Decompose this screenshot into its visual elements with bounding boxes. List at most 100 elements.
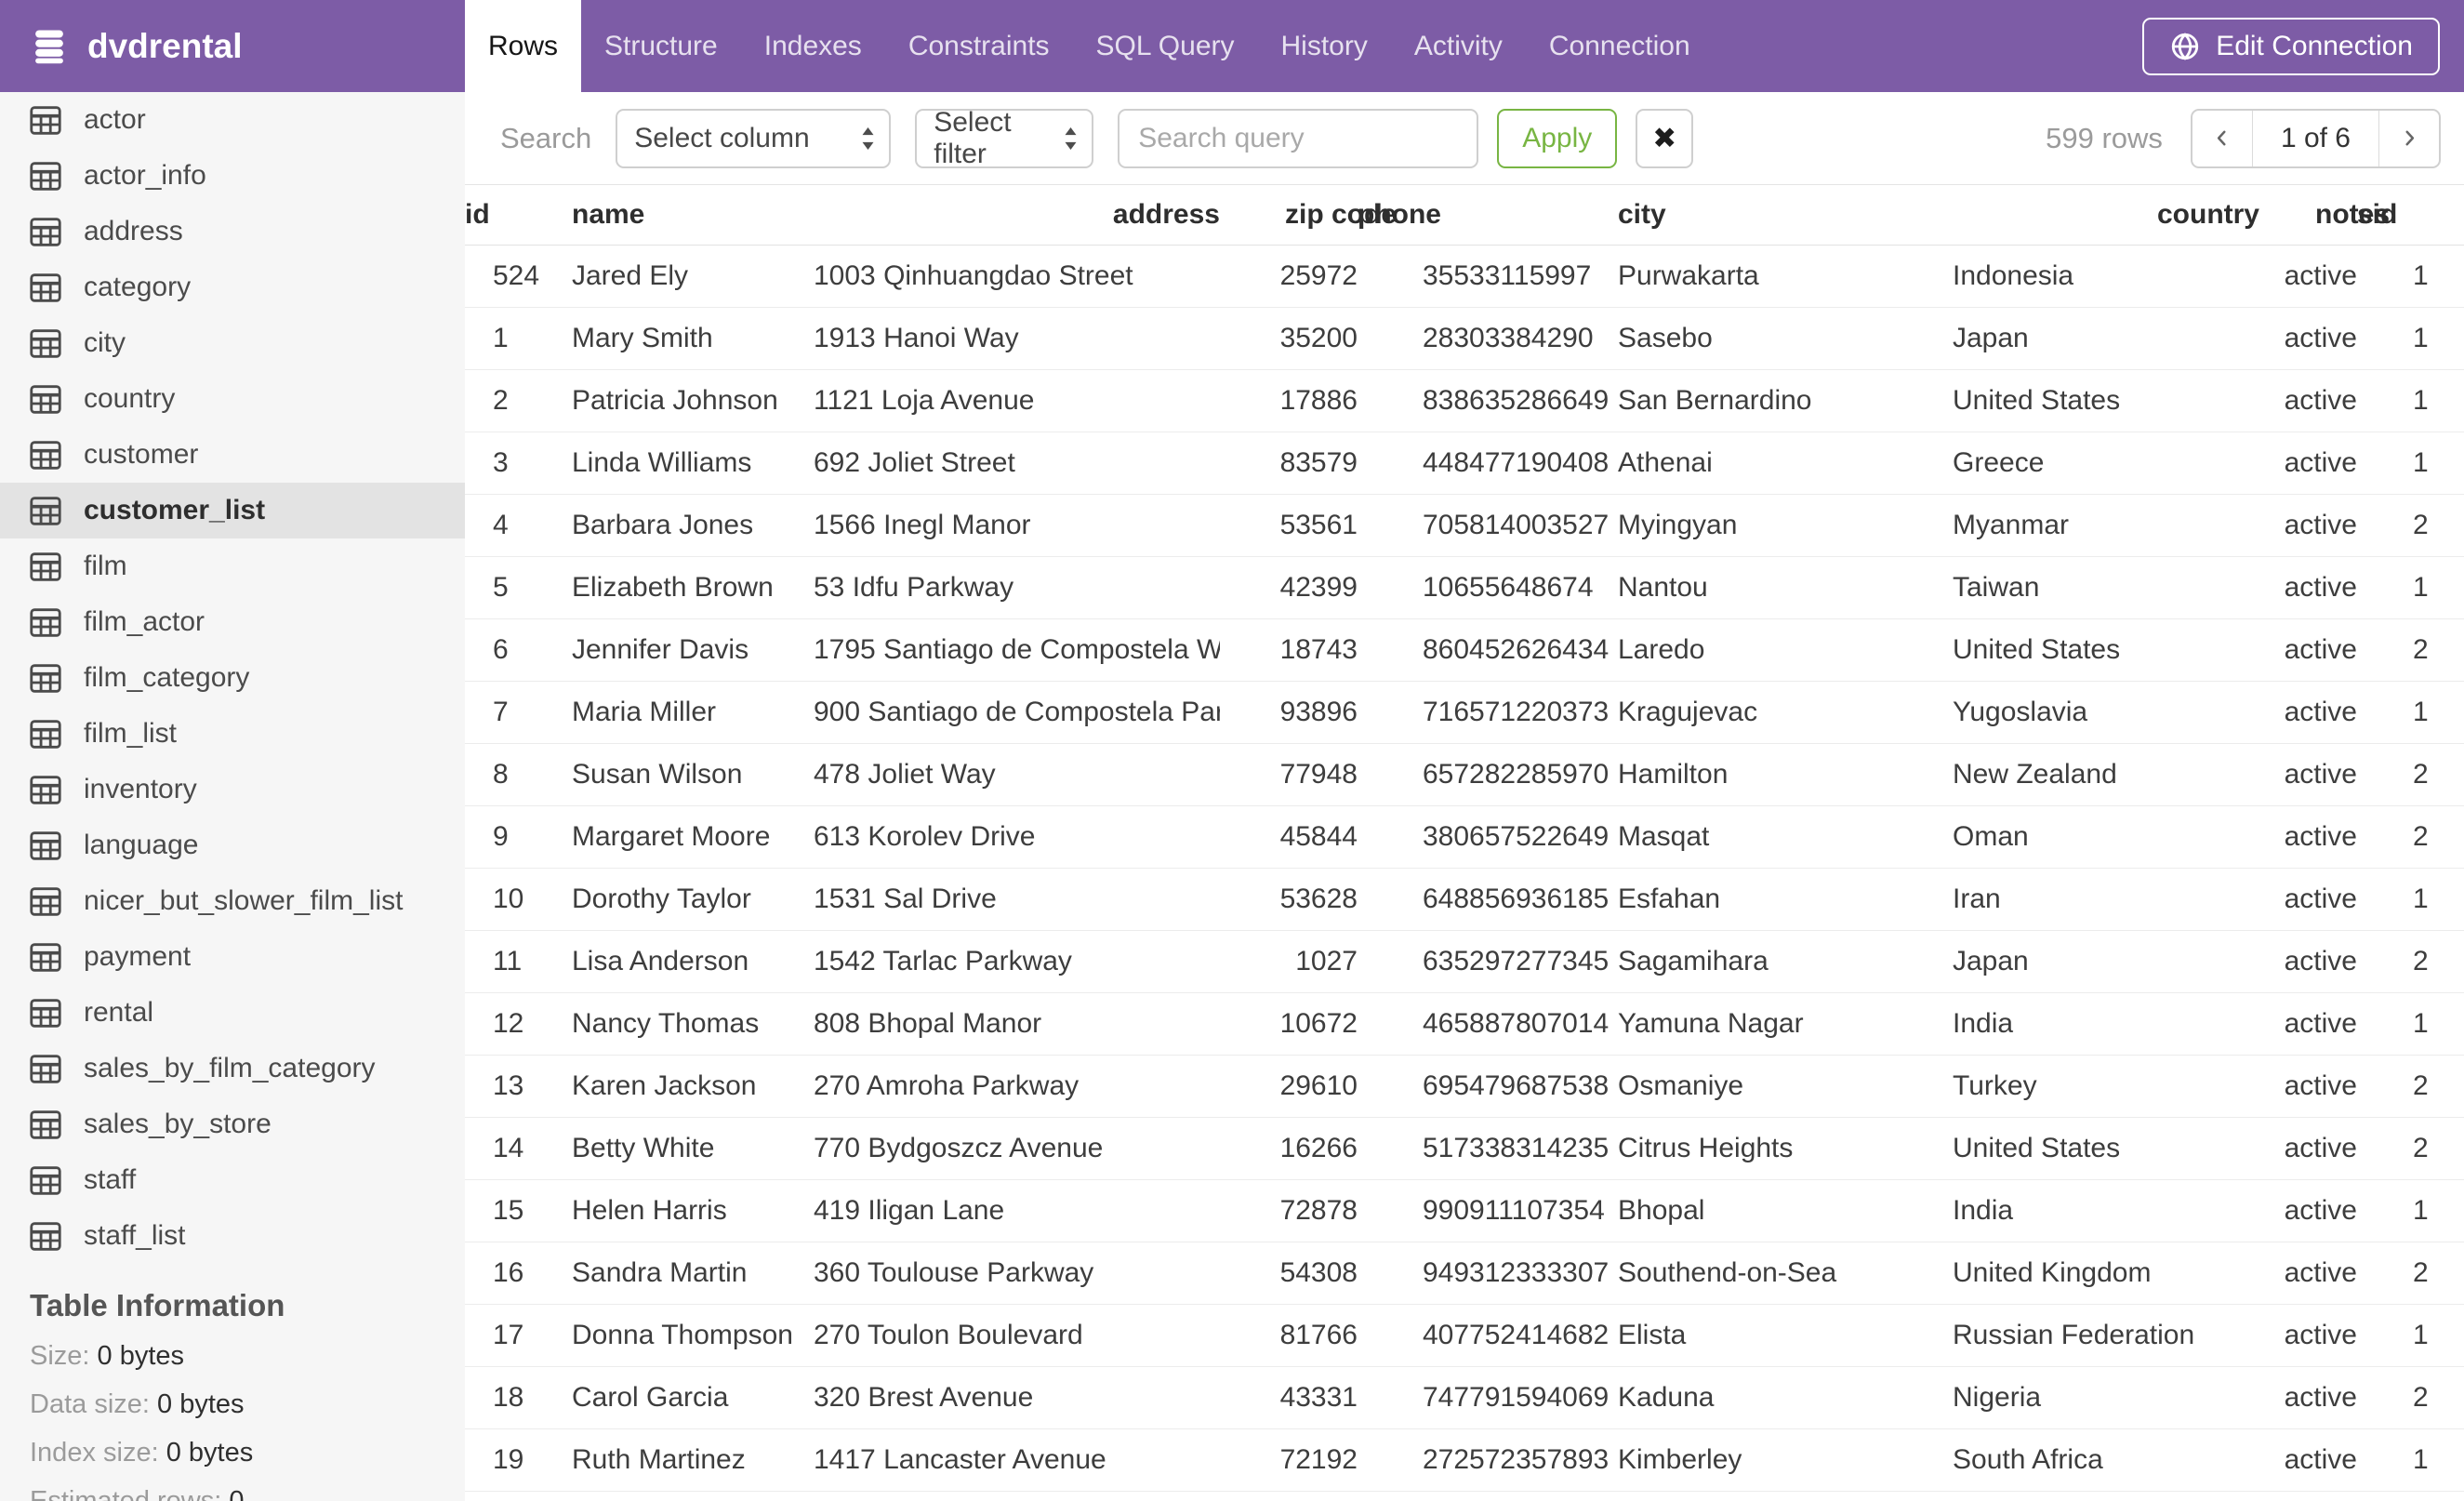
cell-id[interactable]: 9 bbox=[465, 805, 572, 869]
cell-name[interactable]: Carol Garcia bbox=[572, 1366, 814, 1429]
cell-country[interactable]: Nigeria bbox=[1953, 1366, 2259, 1429]
cell-name[interactable]: Donna Thompson bbox=[572, 1304, 814, 1367]
sidebar-table-item[interactable]: address bbox=[0, 204, 465, 259]
cell-zip-code[interactable]: 35200 bbox=[1220, 307, 1358, 370]
cell-sid[interactable]: 2 bbox=[2357, 1242, 2464, 1305]
cell-notes[interactable]: active bbox=[2259, 992, 2357, 1056]
sidebar-table-item[interactable]: customer_list bbox=[0, 483, 465, 538]
table-row[interactable]: 6 Jennifer Davis 1795 Santiago de Compos… bbox=[465, 618, 2464, 682]
cell-notes[interactable]: active bbox=[2259, 805, 2357, 869]
cell-phone[interactable]: 838635286649 bbox=[1358, 369, 1618, 432]
cell-id[interactable]: 5 bbox=[465, 556, 572, 619]
cell-id[interactable]: 2 bbox=[465, 369, 572, 432]
cell-zip-code[interactable]: 18743 bbox=[1220, 618, 1358, 682]
cell-country[interactable]: United States bbox=[1953, 1117, 2259, 1180]
cell-city[interactable]: Sagamihara bbox=[1618, 930, 1953, 993]
column-select[interactable]: Select column bbox=[616, 108, 892, 168]
cell-country[interactable]: United States bbox=[1953, 369, 2259, 432]
cell-sid[interactable]: 2 bbox=[2357, 618, 2464, 682]
sidebar-table-item[interactable]: film_actor bbox=[0, 594, 465, 650]
cell-sid[interactable]: 2 bbox=[2357, 494, 2464, 557]
cell-address[interactable]: 1003 Qinhuangdao Street bbox=[814, 245, 1220, 308]
cell-address[interactable]: 1913 Hanoi Way bbox=[814, 307, 1220, 370]
cell-address[interactable]: 692 Joliet Street bbox=[814, 432, 1220, 495]
cell-address[interactable]: 419 Iligan Lane bbox=[814, 1179, 1220, 1242]
table-row[interactable]: 8 Susan Wilson 478 Joliet Way 77948 6572… bbox=[465, 743, 2464, 806]
table-row[interactable]: 524 Jared Ely 1003 Qinhuangdao Street 25… bbox=[465, 245, 2464, 308]
cell-country[interactable]: Iran bbox=[1953, 868, 2259, 931]
cell-phone[interactable]: 465887807014 bbox=[1358, 992, 1618, 1056]
sidebar-table-item[interactable]: sales_by_film_category bbox=[0, 1041, 465, 1096]
cell-id[interactable]: 12 bbox=[465, 992, 572, 1056]
cell-address[interactable]: 1795 Santiago de Compostela Way bbox=[814, 618, 1220, 682]
cell-notes[interactable]: active bbox=[2259, 432, 2357, 495]
cell-address[interactable]: 53 Idfu Parkway bbox=[814, 556, 1220, 619]
cell-id[interactable]: 16 bbox=[465, 1242, 572, 1305]
cell-zip-code[interactable]: 10672 bbox=[1220, 992, 1358, 1056]
cell-sid[interactable]: 1 bbox=[2357, 992, 2464, 1056]
cell-city[interactable]: Kimberley bbox=[1618, 1428, 1953, 1492]
cell-name[interactable]: Helen Harris bbox=[572, 1179, 814, 1242]
sidebar-table-item[interactable]: customer bbox=[0, 427, 465, 483]
cell-name[interactable]: Sandra Martin bbox=[572, 1242, 814, 1305]
column-header[interactable]: id bbox=[465, 185, 572, 246]
cell-notes[interactable]: active bbox=[2259, 369, 2357, 432]
cell-country[interactable]: Russian Federation bbox=[1953, 1304, 2259, 1367]
tab[interactable]: SQL Query bbox=[1073, 0, 1258, 92]
cell-phone[interactable]: 949312333307 bbox=[1358, 1242, 1618, 1305]
cell-city[interactable]: Sasebo bbox=[1618, 307, 1953, 370]
cell-name[interactable]: Mary Smith bbox=[572, 307, 814, 370]
cell-country[interactable]: Greece bbox=[1953, 432, 2259, 495]
tab[interactable]: History bbox=[1258, 0, 1391, 92]
search-query-input[interactable] bbox=[1118, 108, 1479, 168]
cell-sid[interactable]: 1 bbox=[2357, 1428, 2464, 1492]
cell-country[interactable]: United States bbox=[1953, 618, 2259, 682]
cell-zip-code[interactable]: 72878 bbox=[1220, 1179, 1358, 1242]
table-row[interactable]: 18 Carol Garcia 320 Brest Avenue 43331 7… bbox=[465, 1366, 2464, 1429]
column-header[interactable]: zip code bbox=[1220, 185, 1397, 246]
cell-notes[interactable]: active bbox=[2259, 556, 2357, 619]
previous-page-button[interactable] bbox=[2192, 111, 2252, 166]
cell-address[interactable]: 270 Amroha Parkway bbox=[814, 1055, 1220, 1118]
cell-country[interactable]: Yugoslavia bbox=[1953, 681, 2259, 744]
cell-sid[interactable]: 1 bbox=[2357, 307, 2464, 370]
cell-phone[interactable]: 517338314235 bbox=[1358, 1117, 1618, 1180]
cell-name[interactable]: Jared Ely bbox=[572, 245, 814, 308]
sidebar-table-item[interactable]: country bbox=[0, 371, 465, 427]
cell-sid[interactable]: 1 bbox=[2357, 432, 2464, 495]
cell-name[interactable]: Barbara Jones bbox=[572, 494, 814, 557]
cell-name[interactable]: Maria Miller bbox=[572, 681, 814, 744]
cell-phone[interactable]: 860452626434 bbox=[1358, 618, 1618, 682]
column-header[interactable]: sid bbox=[2357, 185, 2464, 246]
cell-notes[interactable]: active bbox=[2259, 1179, 2357, 1242]
sidebar-table-item[interactable]: actor_info bbox=[0, 148, 465, 204]
table-row[interactable]: 17 Donna Thompson 270 Toulon Boulevard 8… bbox=[465, 1304, 2464, 1367]
cell-phone[interactable]: 716571220373 bbox=[1358, 681, 1618, 744]
cell-notes[interactable]: active bbox=[2259, 1304, 2357, 1367]
cell-city[interactable]: Yamuna Nagar bbox=[1618, 992, 1953, 1056]
cell-city[interactable]: Nantou bbox=[1618, 556, 1953, 619]
table-row[interactable]: 12 Nancy Thomas 808 Bhopal Manor 10672 4… bbox=[465, 992, 2464, 1056]
cell-id[interactable]: 19 bbox=[465, 1428, 572, 1492]
cell-city[interactable]: Southend-on-Sea bbox=[1618, 1242, 1953, 1305]
filter-select[interactable]: Select filter bbox=[915, 107, 1094, 169]
cell-name[interactable]: Betty White bbox=[572, 1117, 814, 1180]
cell-zip-code[interactable]: 29610 bbox=[1220, 1055, 1358, 1118]
tab[interactable]: Structure bbox=[581, 0, 741, 92]
cell-phone[interactable]: 10655648674 bbox=[1358, 556, 1618, 619]
sidebar-table-item[interactable]: actor bbox=[0, 92, 465, 148]
sidebar-table-item[interactable]: category bbox=[0, 259, 465, 315]
cell-id[interactable]: 15 bbox=[465, 1179, 572, 1242]
table-row[interactable]: 15 Helen Harris 419 Iligan Lane 72878 99… bbox=[465, 1179, 2464, 1242]
table-row[interactable]: 10 Dorothy Taylor 1531 Sal Drive 53628 6… bbox=[465, 868, 2464, 931]
cell-notes[interactable]: active bbox=[2259, 681, 2357, 744]
cell-city[interactable]: Kaduna bbox=[1618, 1366, 1953, 1429]
cell-zip-code[interactable]: 16266 bbox=[1220, 1117, 1358, 1180]
cell-id[interactable]: 14 bbox=[465, 1117, 572, 1180]
cell-phone[interactable]: 648856936185 bbox=[1358, 868, 1618, 931]
cell-city[interactable]: Purwakarta bbox=[1618, 245, 1953, 308]
sidebar-table-item[interactable]: film_list bbox=[0, 706, 465, 762]
cell-address[interactable]: 1121 Loja Avenue bbox=[814, 369, 1220, 432]
sidebar-table-item[interactable]: rental bbox=[0, 985, 465, 1041]
cell-country[interactable]: India bbox=[1953, 992, 2259, 1056]
